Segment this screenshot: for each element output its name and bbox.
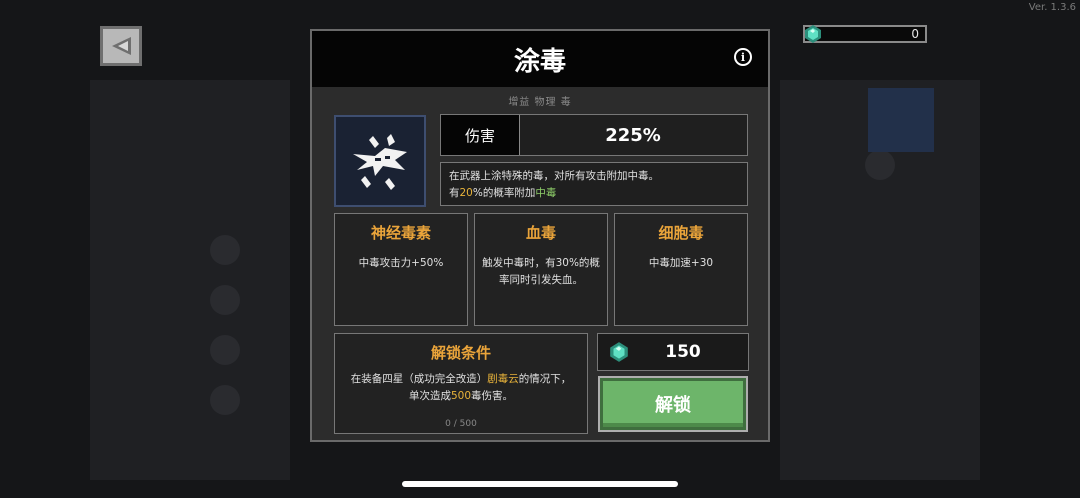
unlock-text: 在装备四星（成功完全改造） bbox=[350, 373, 488, 385]
version-label: Ver. 1.3.6 bbox=[1028, 2, 1076, 13]
unlock-title: 解锁条件 bbox=[430, 344, 491, 362]
background-blob bbox=[210, 335, 240, 365]
unlock-line-1: 在装备四星（成功完全改造）剧毒云的情况下， bbox=[335, 371, 587, 388]
poison-blade-icon bbox=[353, 134, 407, 190]
skill-icon-frame bbox=[334, 115, 426, 207]
unlock-text: 单次造成 bbox=[408, 390, 451, 402]
unlock-conditions: 解锁条件 在装备四星（成功完全改造）剧毒云的情况下， 单次造成500毒伤害。 0… bbox=[334, 333, 588, 434]
unlock-text: 毒伤害。 bbox=[471, 390, 514, 402]
description-effect: 中毒 bbox=[535, 187, 557, 199]
gem-icon bbox=[610, 342, 628, 362]
unlock-description: 在装备四星（成功完全改造）剧毒云的情况下， 单次造成500毒伤害。 bbox=[335, 371, 587, 405]
unlock-weapon: 剧毒云 bbox=[487, 373, 519, 385]
description-line-2: 有20%的概率附加中毒 bbox=[449, 185, 739, 202]
background-blob bbox=[210, 285, 240, 315]
upgrade-desc: 触发中毒时，有30%的概率同时引发失血。 bbox=[482, 257, 600, 286]
back-arrow-icon bbox=[112, 37, 131, 55]
upgrade-card[interactable]: 神经毒素 中毒攻击力+50% bbox=[334, 213, 468, 326]
description-line-1: 在武器上涂特殊的毒，对所有攻击附加中毒。 bbox=[449, 170, 659, 182]
upgrade-card[interactable]: 血毒 触发中毒时，有30%的概率同时引发失血。 bbox=[474, 213, 608, 326]
unlock-progress: 0 / 500 bbox=[445, 419, 477, 429]
upgrade-list: 神经毒素 中毒攻击力+50% 血毒 触发中毒时，有30%的概率同时引发失血。 细… bbox=[334, 213, 748, 326]
unlock-cost: 150 bbox=[597, 333, 749, 371]
description-chance: 20 bbox=[459, 187, 473, 199]
skill-description: 在武器上涂特殊的毒，对所有攻击附加中毒。 有20%的概率附加中毒 bbox=[440, 162, 748, 206]
upgrade-card[interactable]: 细胞毒 中毒加速+30 bbox=[614, 213, 748, 326]
upgrade-title: 血毒 bbox=[525, 224, 556, 242]
currency-amount: 0 bbox=[911, 27, 919, 41]
background-blob bbox=[210, 385, 240, 415]
unlock-number: 500 bbox=[450, 390, 472, 402]
damage-value: 225% bbox=[605, 124, 661, 146]
gem-icon bbox=[805, 25, 821, 43]
cost-amount: 150 bbox=[665, 342, 701, 362]
upgrade-desc: 中毒攻击力+50% bbox=[358, 257, 444, 269]
upgrade-title: 神经毒素 bbox=[370, 224, 431, 242]
background-slot bbox=[868, 88, 934, 152]
damage-label: 伤害 bbox=[441, 115, 520, 155]
unlock-button[interactable]: 解锁 bbox=[600, 378, 746, 430]
upgrade-desc: 中毒加速+30 bbox=[648, 257, 714, 269]
description-text: 有 bbox=[449, 187, 460, 199]
skill-detail-modal: 涂毒 i 增益 物理 毒 伤害 225% 在武器上涂特殊的毒，对所有攻击附加中毒… bbox=[310, 29, 770, 442]
modal-title-bar: 涂毒 i bbox=[312, 31, 768, 87]
background-blob bbox=[865, 150, 895, 180]
background-panel bbox=[90, 80, 290, 480]
unlock-line-2: 单次造成500毒伤害。 bbox=[335, 388, 587, 405]
damage-row: 伤害 225% bbox=[440, 114, 748, 156]
home-indicator[interactable] bbox=[402, 481, 678, 487]
currency-counter: 0 bbox=[803, 25, 927, 43]
info-button[interactable]: i bbox=[734, 48, 752, 66]
description-text: %的概率附加 bbox=[472, 187, 536, 199]
background-blob bbox=[210, 235, 240, 265]
skill-tags: 增益 物理 毒 bbox=[508, 97, 572, 108]
unlock-text: 的情况下， bbox=[518, 373, 572, 385]
info-icon: i bbox=[740, 50, 746, 64]
back-button[interactable] bbox=[100, 26, 142, 66]
skill-title: 涂毒 bbox=[513, 46, 566, 77]
upgrade-title: 细胞毒 bbox=[658, 224, 704, 242]
